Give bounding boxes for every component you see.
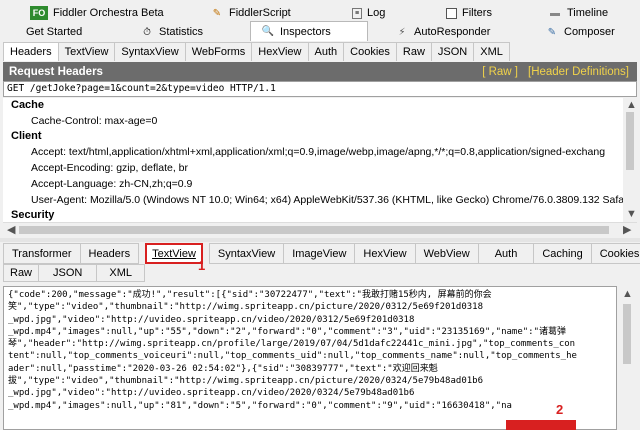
tab-label: Filters — [462, 7, 492, 19]
req-tab-json[interactable]: JSON — [431, 42, 475, 61]
lightning-icon: ⚡ — [398, 26, 406, 38]
group-security[interactable]: Security — [11, 208, 623, 222]
request-line: GET /getJoke?page=1&count=2&type=video H… — [3, 81, 637, 97]
scroll-down-icon[interactable]: ▼ — [626, 208, 637, 220]
scroll-up-icon[interactable]: ▲ — [622, 288, 633, 300]
req-tab-raw[interactable]: Raw — [396, 42, 432, 61]
tab-label: AutoResponder — [414, 26, 491, 38]
tab-log[interactable]: ≡ Log — [352, 3, 385, 23]
script-icon: ✎ — [212, 7, 222, 19]
stopwatch-icon: ⏱ — [143, 26, 151, 38]
top-tab-strip: FO Fiddler Orchestra Beta ✎ FiddlerScrip… — [0, 0, 640, 42]
header-user-agent[interactable]: User-Agent: Mozilla/5.0 (Windows NT 10.0… — [11, 192, 623, 208]
response-line: _wpd.jpg","video":"http://uvideo.spritea… — [8, 314, 415, 325]
req-tab-webforms[interactable]: WebForms — [185, 42, 253, 61]
scroll-thumb[interactable] — [626, 112, 634, 170]
annotation-number-1: 1 — [198, 258, 206, 273]
fiddler-orchestra-icon: FO — [30, 6, 48, 20]
scroll-right-icon[interactable]: ▶ — [623, 224, 631, 236]
tab-label: FiddlerScript — [229, 7, 291, 19]
header-cache-control[interactable]: Cache-Control: max-age=0 — [11, 113, 623, 129]
req-tab-cookies[interactable]: Cookies — [344, 42, 397, 61]
scroll-up-icon[interactable]: ▲ — [626, 99, 637, 111]
response-line: _wpd.mp4","images":null,"up":"55","down"… — [8, 326, 567, 337]
response-line: 笑","type":"video","thumbnail":"http://wi… — [8, 302, 483, 313]
resp-tab-imageview[interactable]: ImageView — [284, 243, 356, 264]
tab-statistics[interactable]: ⏱ Statistics — [140, 22, 203, 42]
raw-link[interactable]: [ Raw ] — [482, 66, 518, 78]
tab-label: Composer — [564, 26, 615, 38]
tab-fiddlerscript[interactable]: ✎ FiddlerScript — [210, 3, 291, 23]
annotation-marker-2 — [506, 420, 576, 430]
inspect-icon: 🔍 — [261, 26, 275, 37]
req-tab-hexview[interactable]: HexView — [252, 42, 309, 61]
annotation-number-2: 2 — [556, 402, 564, 417]
headers-horizontal-scrollbar[interactable]: ◀ ▶ — [3, 222, 637, 237]
response-vertical-scrollbar[interactable]: ▲ — [617, 286, 637, 430]
resp-tab-headers[interactable]: Headers — [80, 243, 140, 264]
tab-label: Fiddler Orchestra Beta — [53, 7, 164, 19]
response-line: _wpd.jpg","video":"http://uvideo.spritea… — [8, 388, 415, 399]
resp-tab-raw[interactable]: Raw — [3, 264, 40, 282]
header-accept[interactable]: Accept: text/html,application/xhtml+xml,… — [11, 144, 623, 160]
resp-tab-xml[interactable]: XML — [97, 264, 145, 282]
compose-icon: ✎ — [547, 26, 557, 38]
tab-inspectors[interactable]: 🔍 Inspectors — [250, 21, 368, 41]
resp-tab-hexview[interactable]: HexView — [355, 243, 416, 264]
scroll-thumb[interactable] — [19, 226, 609, 234]
pane-splitter[interactable] — [0, 238, 640, 242]
resp-tab-cookies[interactable]: Cookies — [591, 243, 640, 264]
response-line: tent":null,"top_comments_voiceuri":null,… — [8, 351, 577, 362]
scroll-thumb[interactable] — [623, 304, 631, 364]
req-tab-auth[interactable]: Auth — [308, 42, 345, 61]
resp-tab-transformer[interactable]: Transformer — [3, 243, 81, 264]
req-tab-headers[interactable]: Headers — [3, 42, 59, 61]
header-definitions-link[interactable]: [Header Definitions] — [528, 66, 629, 78]
timeline-icon: ▬ — [550, 7, 560, 19]
tab-filters[interactable]: Filters — [446, 3, 492, 23]
tab-label: Get Started — [26, 26, 83, 38]
tab-label: Timeline — [567, 7, 609, 19]
response-line: 拔","type":"video","thumbnail":"http://wi… — [8, 376, 483, 387]
log-icon: ≡ — [352, 7, 362, 19]
tab-get-started[interactable]: Get Started — [26, 22, 82, 42]
resp-tab-textview[interactable]: TextView — [145, 243, 203, 264]
resp-tab-webview[interactable]: WebView — [415, 243, 479, 264]
response-text-view[interactable]: {"code":200,"message":"成功!","result":[{"… — [3, 286, 617, 430]
req-tab-textview[interactable]: TextView — [58, 42, 116, 61]
group-client[interactable]: Client — [11, 129, 623, 144]
req-tab-syntaxview[interactable]: SyntaxView — [115, 42, 186, 61]
tab-timeline[interactable]: ▬ Timeline — [548, 3, 608, 23]
response-inspector-tabs-row2: Raw JSON XML — [3, 264, 145, 282]
response-line: _wpd.mp4","images":null,"up":"81","down"… — [8, 400, 512, 411]
request-headers-title: Request Headers — [9, 65, 103, 78]
tab-fiddler-orchestra[interactable]: FO Fiddler Orchestra Beta — [30, 3, 164, 23]
response-line: 琴","header":"http://wimg.spriteapp.cn/pr… — [8, 339, 576, 350]
tab-label: TextView — [152, 247, 196, 260]
request-headers-bar: Request Headers [ Raw ] [Header Definiti… — [3, 62, 637, 81]
response-line: ader":null,"passtime":"2020-03-26 02:54:… — [8, 363, 438, 374]
resp-tab-syntaxview[interactable]: SyntaxView — [208, 243, 285, 264]
header-accept-encoding[interactable]: Accept-Encoding: gzip, deflate, br — [11, 160, 623, 176]
tab-label: Statistics — [159, 26, 204, 38]
header-accept-language[interactable]: Accept-Language: zh-CN,zh;q=0.9 — [11, 176, 623, 192]
resp-tab-caching[interactable]: Caching — [534, 243, 592, 264]
req-tab-xml[interactable]: XML — [474, 42, 510, 61]
headers-tree: Cache Cache-Control: max-age=0 Client Ac… — [3, 98, 623, 222]
resp-tab-auth[interactable]: Auth — [478, 243, 535, 264]
tab-autoresponder[interactable]: ⚡ AutoResponder — [395, 22, 490, 42]
response-inspector-tabs: Transformer Headers TextView SyntaxView … — [3, 243, 640, 264]
group-cache[interactable]: Cache — [11, 98, 623, 113]
tab-label: Log — [367, 7, 386, 19]
response-line: {"code":200,"message":"成功!","result":[{"… — [8, 290, 492, 300]
checkbox-icon — [446, 7, 457, 19]
tab-composer[interactable]: ✎ Composer — [545, 22, 615, 42]
tab-label: Inspectors — [280, 25, 331, 38]
request-inspector-tabs: Headers TextView SyntaxView WebForms Hex… — [3, 42, 510, 61]
resp-tab-json[interactable]: JSON — [39, 264, 98, 282]
headers-vertical-scrollbar[interactable]: ▲ ▼ — [623, 98, 637, 222]
scroll-left-icon[interactable]: ◀ — [7, 224, 15, 236]
